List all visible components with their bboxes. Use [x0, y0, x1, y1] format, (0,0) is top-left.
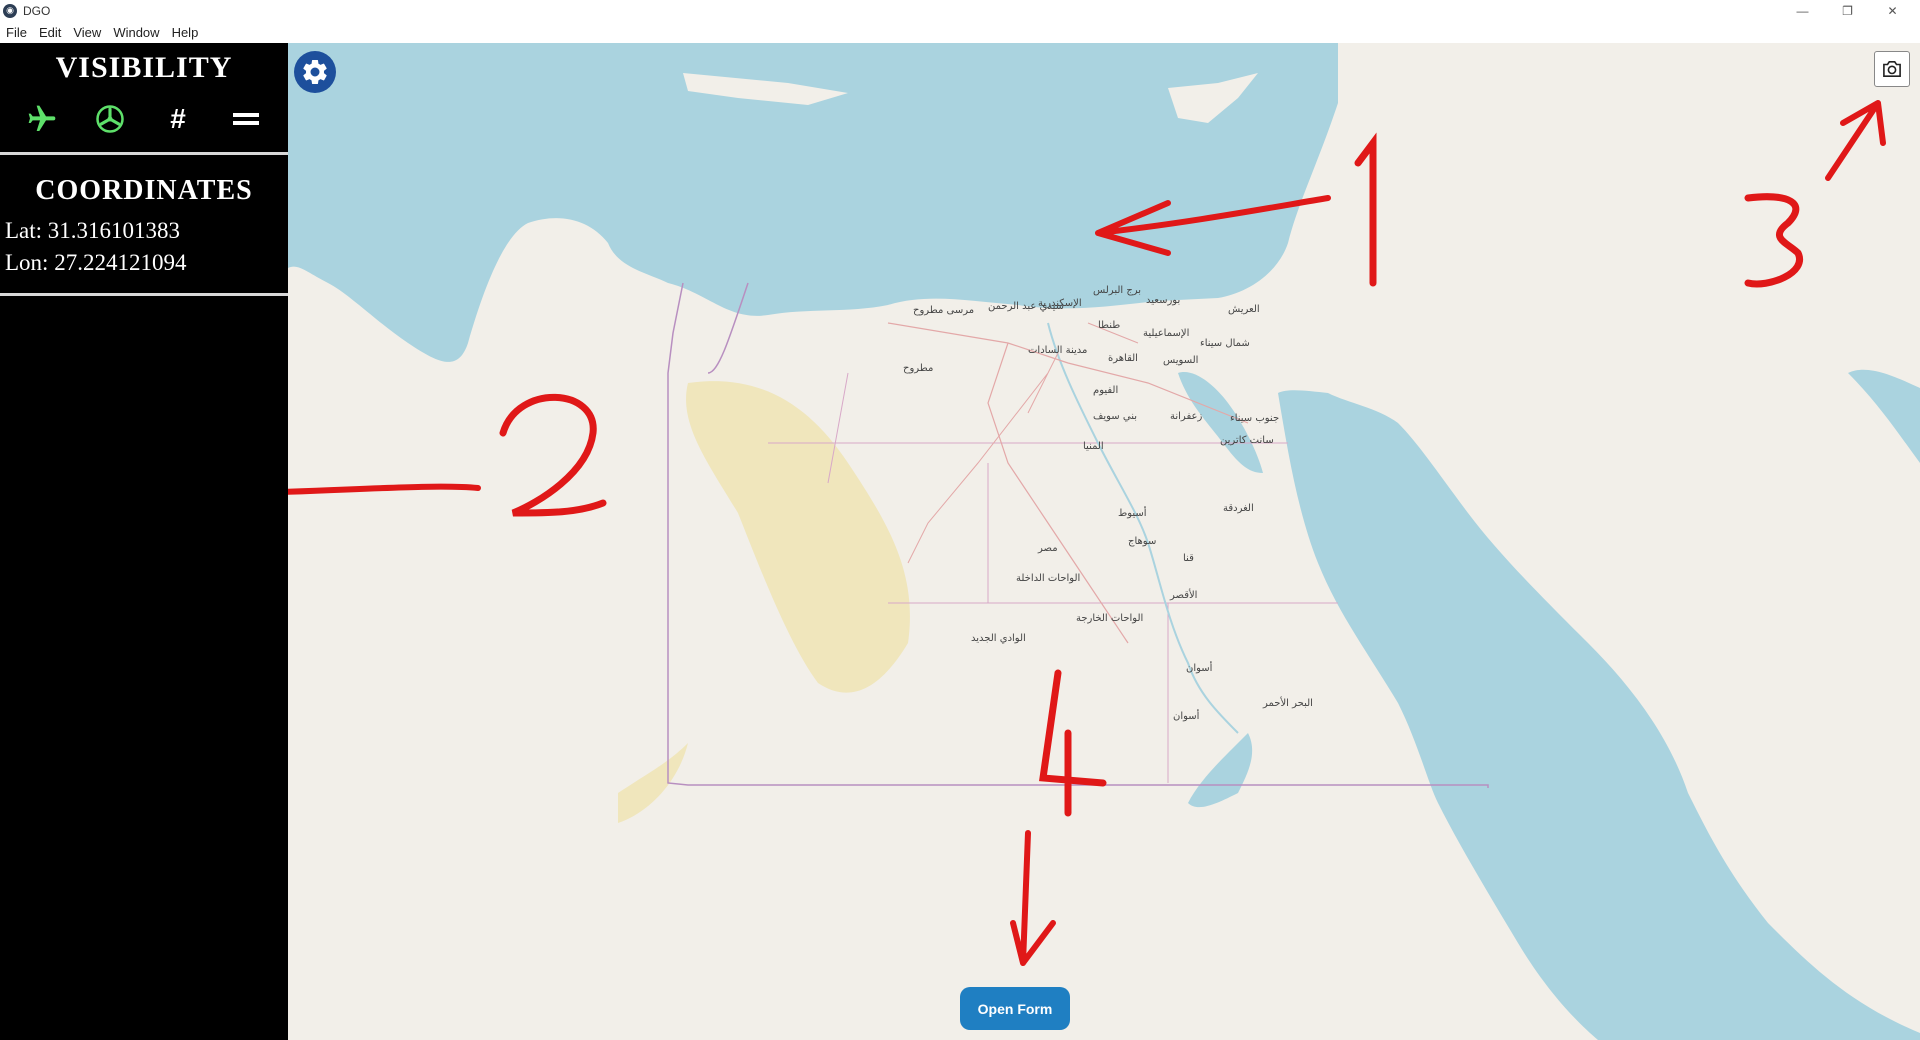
annotation-arrow-2: [288, 483, 481, 495]
desert-area: [618, 743, 688, 823]
equals-icon[interactable]: [226, 99, 266, 139]
menu-edit[interactable]: Edit: [39, 25, 61, 40]
city-label: الواحات الداخلة: [1016, 573, 1081, 584]
city-label: بورسعيد: [1146, 295, 1181, 306]
city-label: سوهاج: [1128, 536, 1157, 547]
city-label: أسوان: [1173, 711, 1200, 722]
red-sea: [1278, 390, 1920, 1040]
menu-help[interactable]: Help: [172, 25, 199, 40]
window-title: DGO: [23, 3, 51, 18]
city-label: زعفرانة: [1170, 411, 1203, 422]
city-label: السويس: [1163, 355, 1199, 366]
city-label: مصر: [1038, 543, 1058, 554]
helicopter-icon[interactable]: [90, 99, 130, 139]
divider: [0, 293, 288, 296]
city-label: البحر الأحمر: [1263, 698, 1313, 709]
screenshot-button[interactable]: [1874, 51, 1910, 87]
title-bar: ◉ DGO — ❐ ✕: [0, 0, 1920, 21]
visibility-toggles: #: [0, 99, 288, 139]
menu-bar: File Edit View Window Help: [0, 21, 1920, 43]
settings-button[interactable]: [294, 51, 336, 93]
city-label: العريش: [1228, 304, 1260, 315]
coordinates-title: COORDINATES: [35, 175, 253, 206]
close-button[interactable]: ✕: [1870, 0, 1915, 21]
airplane-icon[interactable]: [22, 99, 62, 139]
city-label: القاهرة: [1108, 353, 1138, 364]
hash-icon[interactable]: #: [158, 99, 198, 139]
latitude-value: Lat: 31.316101383: [5, 218, 181, 243]
gulf-of-aqaba: [1848, 369, 1920, 463]
city-label: أسوان: [1186, 663, 1213, 674]
lake-nasser: [1188, 733, 1253, 808]
map-canvas: [288, 43, 1920, 1040]
menu-window[interactable]: Window: [113, 25, 159, 40]
minimize-button[interactable]: —: [1780, 0, 1825, 21]
annotation-arrow-3: [1825, 100, 1886, 181]
camera-icon: [1883, 60, 1901, 78]
sidebar: VISIBILITY # COORDINATES Lat: 31.3161013…: [0, 43, 288, 1040]
annotation-number-3: [1744, 193, 1804, 288]
city-label: سانت كاترين: [1220, 435, 1274, 446]
menu-view[interactable]: View: [73, 25, 101, 40]
city-label: مرسى مطروح: [913, 305, 975, 316]
gear-icon: [303, 59, 327, 84]
city-label: جنوب سيناء: [1230, 413, 1280, 424]
city-label: الفيوم: [1093, 385, 1119, 396]
menu-file[interactable]: File: [6, 25, 27, 40]
city-label: الإسماعيلية: [1143, 328, 1190, 339]
city-label: برج البرلس: [1093, 285, 1142, 296]
annotation-number-4: [1039, 669, 1107, 817]
city-label: قنا: [1183, 553, 1194, 564]
city-label: طنطا: [1098, 320, 1121, 331]
city-label: مطروح: [903, 363, 934, 374]
annotation-number-2: [499, 393, 607, 517]
city-label: الوادي الجديد: [971, 633, 1026, 644]
longitude-value: Lon: 27.224121094: [5, 250, 187, 275]
city-label: بني سويف: [1093, 411, 1137, 422]
divider: [0, 152, 288, 155]
city-label: الواحات الخارجة: [1076, 613, 1144, 624]
city-label: أسيوط: [1118, 508, 1147, 519]
annotation-arrow-4: [1010, 830, 1056, 966]
city-label: الغردقة: [1223, 503, 1254, 514]
annotation-number-1: [1354, 132, 1377, 287]
city-label: الأقصر: [1170, 590, 1198, 601]
restore-button[interactable]: ❐: [1825, 0, 1870, 21]
desert-area: [686, 381, 910, 693]
city-label: مدينة السادات: [1028, 345, 1088, 356]
city-label: سيدي عبد الرحمن: [988, 301, 1064, 312]
app-icon: ◉: [3, 3, 17, 18]
city-label: شمال سيناء: [1200, 338, 1250, 349]
visibility-title: VISIBILITY: [55, 51, 233, 84]
map-view[interactable]: برج البرلس بورسعيد العريش الإسكندرية سيد…: [288, 43, 1920, 1040]
city-label: المنيا: [1083, 441, 1104, 452]
open-form-button[interactable]: Open Form: [960, 987, 1070, 1030]
